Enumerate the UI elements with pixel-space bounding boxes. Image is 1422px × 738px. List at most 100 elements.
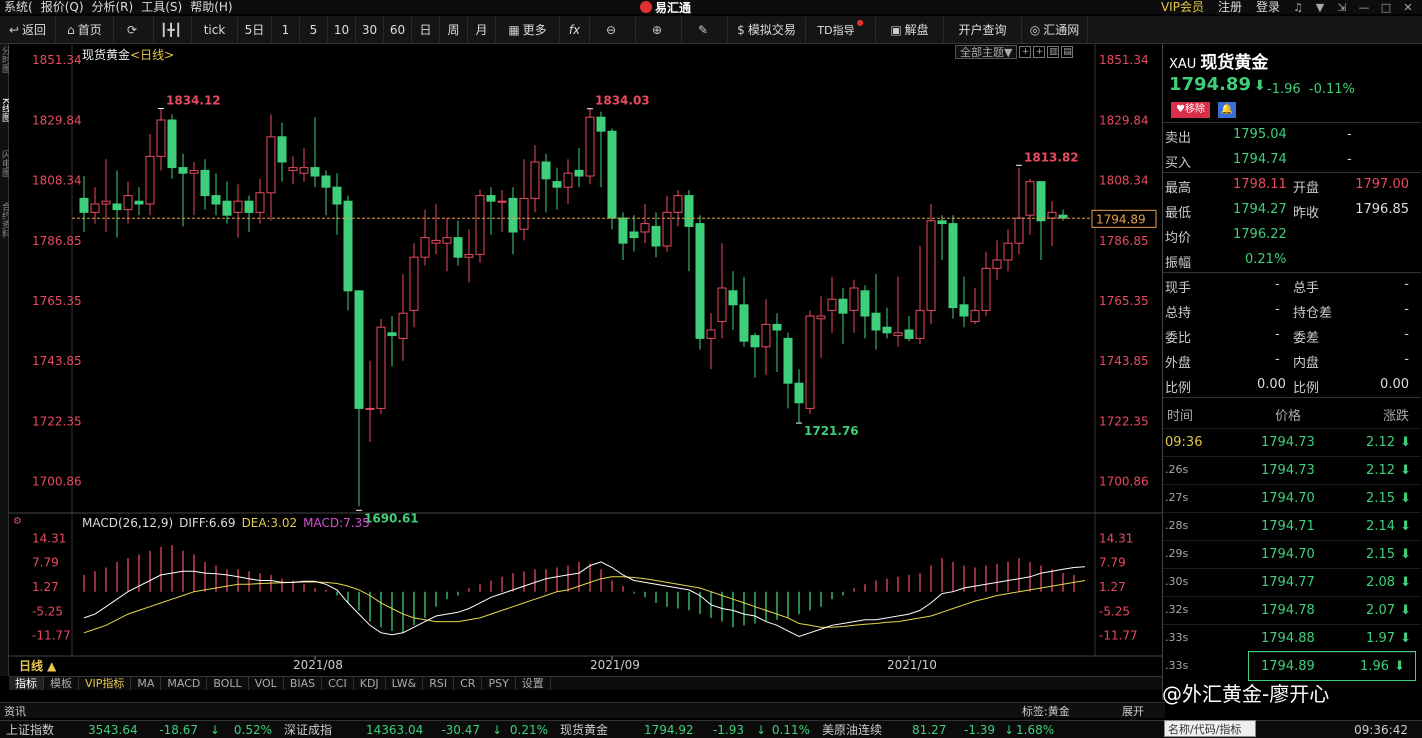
ind-tab-psy[interactable]: PSY	[482, 677, 516, 690]
menu-help[interactable]: 帮助(H)	[186, 0, 236, 14]
ind-tab-cr[interactable]: CR	[454, 677, 483, 690]
refresh-button[interactable]: ⟳	[114, 16, 154, 43]
jiepan-button[interactable]: ▣ 解盘	[876, 16, 944, 43]
ind-tab-rsi[interactable]: RSI	[423, 677, 455, 690]
ind-tab-settings[interactable]: 设置	[516, 677, 551, 690]
candle-body	[563, 172, 573, 188]
minimize-icon[interactable]: —	[1356, 1, 1372, 14]
price-annotation: 1834.03	[595, 94, 650, 108]
menu-system[interactable]: 系统(	[0, 0, 37, 14]
tab-contract[interactable]: 合约资料	[0, 200, 9, 252]
stat-value: -	[1275, 327, 1280, 342]
menu-tools[interactable]: 工具(S)	[137, 0, 186, 14]
tab-flash[interactable]: 闪电图	[0, 148, 9, 200]
chart-header: 现货黄金<日线>	[82, 46, 174, 63]
restore-icon[interactable]: ⇲	[1334, 1, 1350, 14]
down-arrow-icon: ⬇	[1394, 659, 1405, 674]
home-button[interactable]: ⌂ 首页	[56, 16, 114, 43]
ind-tab-ma[interactable]: MA	[131, 677, 162, 690]
candlestick-button[interactable]: ┃╋┃	[154, 16, 192, 43]
period-day-button[interactable]: 日	[412, 16, 440, 43]
period-60min-button[interactable]: 60	[384, 16, 412, 43]
bell-icon[interactable]: 🔔	[1217, 102, 1236, 118]
td-guide-label: TD指导	[817, 23, 855, 37]
candle-body	[838, 298, 848, 314]
chart-area[interactable]: 1851.34 1851.34 1829.84 1829.84 1808.34 1808.…	[9, 44, 1162, 676]
tab-kline[interactable]: K线图	[0, 96, 9, 148]
macd-diff: DIFF:6.69	[179, 516, 236, 530]
candle-body	[970, 309, 980, 323]
ind-tab-vol[interactable]: VOL	[249, 677, 284, 690]
down-arrow-icon: ↓	[210, 722, 221, 737]
back-button[interactable]: ↩ 返回	[0, 16, 56, 43]
huitong-button[interactable]: ◎ 汇通网	[1022, 16, 1088, 43]
candle-body	[552, 181, 562, 188]
register-link[interactable]: 注册	[1214, 0, 1246, 14]
theme-select[interactable]: 全部主题▼	[955, 45, 1018, 59]
fx-button[interactable]: fx	[560, 16, 590, 43]
menu-quote[interactable]: 报价(Q)	[37, 0, 88, 14]
headset-icon[interactable]: ♫	[1290, 1, 1306, 14]
price-axis-label-right: 1786.85	[1099, 234, 1149, 248]
period-10min-button[interactable]: 10	[328, 16, 356, 43]
close-icon[interactable]: ✕	[1400, 1, 1416, 14]
zoom-out-button[interactable]: ⊖	[590, 16, 636, 43]
ind-tab-cci[interactable]: CCI	[322, 677, 354, 690]
ind-tab-template[interactable]: 模板	[44, 677, 79, 690]
ticker-name[interactable]: 上证指数	[0, 721, 82, 738]
current-price-tag: 1794.89	[1096, 212, 1146, 226]
app-logo-icon	[640, 1, 652, 13]
td-guide-button[interactable]: TD指导 ●	[806, 16, 876, 43]
period-5min-button[interactable]: 5	[300, 16, 328, 43]
period-indicator[interactable]: 日线 ▲	[19, 657, 56, 674]
period-30min-button[interactable]: 30	[356, 16, 384, 43]
ind-tab-macd[interactable]: MACD	[161, 677, 208, 690]
search-input[interactable]: 名称/代码/指标	[1164, 720, 1256, 737]
menu-analysis[interactable]: 分析(R)	[88, 0, 138, 14]
ticker-name[interactable]: 深证成指	[278, 721, 360, 738]
draw-button[interactable]: ✎	[682, 16, 728, 43]
layout-1-icon[interactable]: +	[1019, 46, 1032, 58]
tick-time: .29s	[1165, 547, 1189, 560]
ind-tab-lw[interactable]: LW&	[386, 677, 424, 690]
layout-3-icon[interactable]: ▥	[1047, 46, 1060, 58]
huitong-logo-icon: ◎	[1029, 22, 1041, 37]
account-query-button[interactable]: 开户查询	[944, 16, 1022, 43]
sim-trade-button[interactable]: $ 模拟交易	[728, 16, 806, 43]
layout-2-icon[interactable]: +	[1033, 46, 1046, 58]
price-axis-label-left: 1808.34	[32, 174, 82, 188]
expand-button[interactable]: 展开	[1122, 703, 1144, 719]
ind-tab-indicator[interactable]: 指标	[9, 677, 44, 690]
tab-timeshare[interactable]: 分时图	[0, 44, 9, 96]
more-button[interactable]: ▦ 更多	[496, 16, 560, 43]
macd-value: MACD:7.35	[303, 516, 370, 530]
remove-favorite-button[interactable]: ♥移除	[1171, 102, 1210, 118]
kline-chart[interactable]: 1851.34 1851.34 1829.84 1829.84 1808.34 1808.…	[9, 44, 1162, 676]
price-axis-label-right: 1722.35	[1099, 414, 1149, 428]
ticker-name[interactable]: 美原油连续	[816, 721, 906, 738]
tick-button[interactable]: tick	[192, 16, 238, 43]
candle-body	[255, 192, 265, 213]
vip-link[interactable]: VIP会员	[1157, 0, 1208, 14]
shirt-icon[interactable]: ▼	[1312, 1, 1328, 14]
login-link[interactable]: 登录	[1252, 0, 1284, 14]
app-title: 易汇通	[640, 0, 691, 15]
period-1min-button[interactable]: 1	[272, 16, 300, 43]
ticker-name[interactable]: 现货黄金	[554, 721, 638, 738]
period-month-button[interactable]: 月	[468, 16, 496, 43]
ind-tab-boll[interactable]: BOLL	[207, 677, 249, 690]
ind-tab-vip[interactable]: VIP指标	[79, 677, 132, 690]
zoom-in-button[interactable]: ⊕	[636, 16, 682, 43]
period-week-button[interactable]: 周	[440, 16, 468, 43]
price-axis-label-right: 1851.34	[1099, 53, 1149, 67]
news-label[interactable]: 资讯	[0, 703, 26, 719]
buy-value: 1794.74	[1233, 152, 1287, 167]
ind-tab-kdj[interactable]: KDJ	[354, 677, 386, 690]
price-axis-label-left: 1722.35	[32, 414, 82, 428]
macd-axis-label-right: 7.79	[1099, 556, 1126, 570]
tick-row: .32s 1794.78 2.07 ⬇	[1163, 596, 1421, 624]
period-5day-button[interactable]: 5日	[238, 16, 272, 43]
ind-tab-bias[interactable]: BIAS	[284, 677, 323, 690]
maximize-icon[interactable]: □	[1378, 1, 1394, 14]
layout-4-icon[interactable]: ▤	[1061, 46, 1074, 58]
